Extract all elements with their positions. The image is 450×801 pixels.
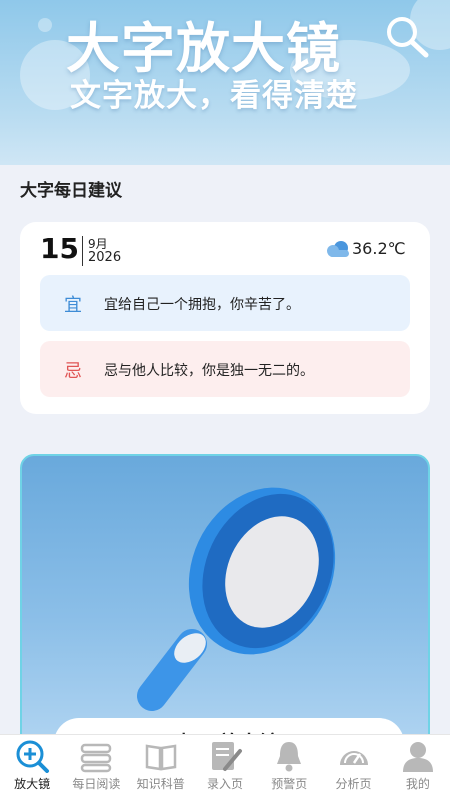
tab-magnifier[interactable]: 放大镜	[0, 735, 64, 801]
advice-good-text: 宜给自己一个拥抱，你辛苦了。	[104, 297, 300, 313]
tab-entry[interactable]: 录入页	[193, 735, 257, 801]
advice-good-tag: 宜	[64, 295, 82, 316]
app-subtitle: 文字放大，看得清楚	[70, 78, 358, 114]
user-icon	[402, 742, 433, 772]
search-icon[interactable]	[383, 14, 431, 60]
advice-bad-text: 忌与他人比较，你是独一无二的。	[104, 363, 314, 379]
tab-label: 预警页	[271, 777, 308, 791]
tab-warning[interactable]: 预警页	[257, 735, 321, 801]
header-banner: 大字放大镜 文字放大，看得清楚	[0, 0, 450, 165]
date-divider	[82, 236, 83, 266]
advice-bad-tag: 忌	[64, 361, 82, 382]
advice-good-row: 宜 宜给自己一个拥抱，你辛苦了。	[40, 275, 410, 331]
date-day: 15	[40, 232, 79, 265]
magnifier-icon	[137, 487, 336, 711]
advice-bad-row: 忌 忌与他人比较，你是独一无二的。	[40, 341, 410, 397]
magnifier-plus-icon	[16, 740, 50, 773]
daily-advice-card: 15 9月 2026 36.2℃ 宜 宜给自己一个拥抱，你辛苦了。 忌 忌与他人…	[20, 222, 430, 414]
tab-label: 我的	[405, 777, 430, 791]
decor-bubble	[38, 18, 52, 32]
edit-document-icon	[211, 742, 242, 771]
cloud-icon	[327, 241, 349, 257]
bell-icon	[277, 742, 302, 772]
tab-knowledge[interactable]: 知识科普	[129, 735, 193, 801]
bottom-tab-bar: 放大镜 每日阅读 知识科普 录入页 预警页 分析页 我的	[0, 734, 450, 801]
tab-label: 录入页	[206, 777, 243, 791]
section-title: 大字每日建议	[20, 181, 122, 201]
tab-mine[interactable]: 我的	[386, 735, 450, 801]
tab-label: 放大镜	[14, 777, 51, 791]
tab-label: 分析页	[335, 777, 372, 791]
tab-label: 每日阅读	[72, 777, 121, 791]
date-year: 2026	[88, 250, 122, 265]
tab-daily-reading[interactable]: 每日阅读	[64, 735, 128, 801]
magnifier-card[interactable]: 打开放大镜	[20, 454, 430, 758]
gauge-icon	[339, 751, 368, 765]
temperature: 36.2℃	[352, 239, 406, 258]
book-icon	[145, 744, 176, 771]
tab-label: 知识科普	[136, 777, 185, 791]
reading-icon	[81, 743, 112, 773]
tab-analysis[interactable]: 分析页	[321, 735, 385, 801]
